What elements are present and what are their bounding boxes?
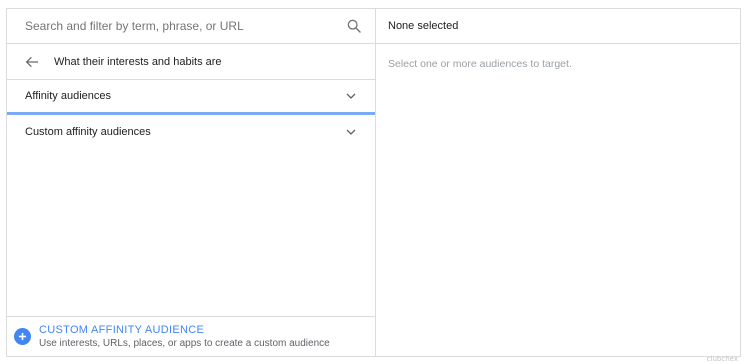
chevron-down-icon[interactable] xyxy=(345,126,357,138)
search-icon[interactable] xyxy=(345,17,363,35)
selection-empty-message: Select one or more audiences to target. xyxy=(388,58,572,70)
breadcrumb-label: What their interests and habits are xyxy=(54,55,222,68)
category-custom-affinity-audiences[interactable]: Custom affinity audiences xyxy=(7,115,375,148)
create-title: CUSTOM AFFINITY AUDIENCE xyxy=(39,323,205,336)
chevron-down-icon[interactable] xyxy=(345,90,357,102)
selection-header: None selected xyxy=(376,9,740,44)
category-label: Custom affinity audiences xyxy=(25,125,151,138)
audience-picker: What their interests and habits are Affi… xyxy=(6,8,741,357)
plus-circle-icon xyxy=(14,328,31,345)
watermark: clubchex xyxy=(706,355,738,363)
create-subtitle: Use interests, URLs, places, or apps to … xyxy=(39,337,330,349)
empty-space xyxy=(7,148,375,316)
selection-pane: None selected Select one or more audienc… xyxy=(376,9,740,356)
create-text: CUSTOM AFFINITY AUDIENCE Use interests, … xyxy=(39,324,330,350)
search-bar xyxy=(7,9,375,44)
search-input[interactable] xyxy=(25,19,345,33)
arrow-back-icon[interactable] xyxy=(24,54,40,70)
category-label: Affinity audiences xyxy=(25,90,112,102)
breadcrumb: What their interests and habits are xyxy=(7,44,375,80)
category-affinity-audiences[interactable]: Affinity audiences xyxy=(7,80,375,115)
create-custom-affinity-audience-button[interactable]: CUSTOM AFFINITY AUDIENCE Use interests, … xyxy=(7,316,375,356)
browse-pane: What their interests and habits are Affi… xyxy=(7,9,376,356)
